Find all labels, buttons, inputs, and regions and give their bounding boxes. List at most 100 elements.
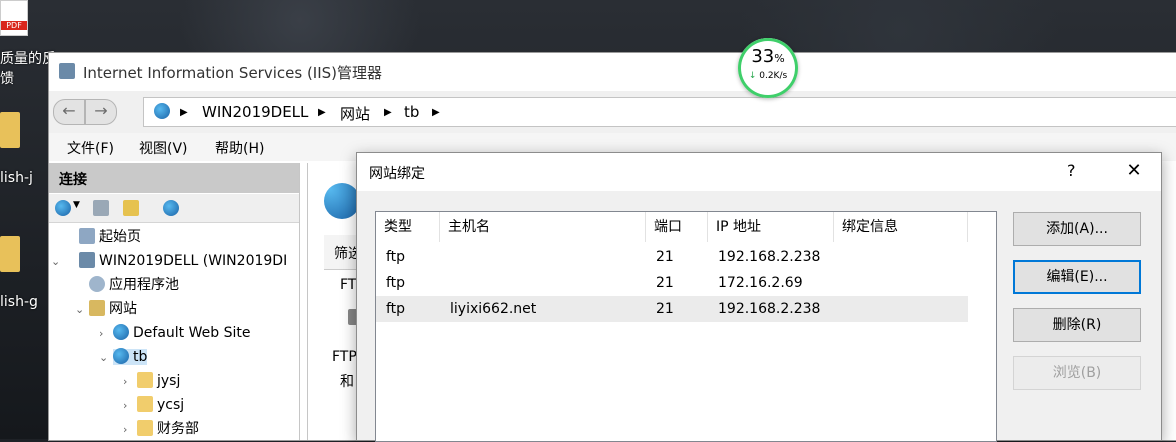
cell-type: ftp [386, 249, 406, 265]
tree-node-label: 财务部 [157, 421, 199, 437]
globe-icon [113, 348, 129, 364]
chevron-right-icon[interactable]: › [99, 322, 113, 346]
folder-icon [137, 396, 153, 412]
tree-node-default-web-site[interactable]: › Default Web Site [49, 321, 299, 345]
dialog-title: 网站绑定 [369, 166, 425, 182]
tree-node-label: WIN2019DELL (WIN2019DI [99, 253, 288, 269]
menu-file[interactable]: 文件(F) [67, 138, 114, 158]
tree-node-ycsj[interactable]: › ycsj [49, 393, 299, 417]
network-speed-widget[interactable]: 33% ↓ 0.2K/s [738, 38, 798, 98]
column-header-binding-info[interactable]: 绑定信息 [834, 212, 968, 242]
tree-node-label: 应用程序池 [109, 277, 179, 293]
cell-ip: 192.168.2.238 [718, 301, 821, 317]
menu-view[interactable]: 视图(V) [139, 138, 188, 158]
breadcrumb-item-sites[interactable]: 网站 [340, 103, 370, 124]
desktop-item-label: 馈 [0, 71, 14, 87]
table-row[interactable]: ftp 21 172.16.2.69 [376, 270, 968, 296]
chevron-down-icon[interactable]: ⌄ [99, 346, 113, 370]
iis-app-icon [59, 63, 75, 79]
folder-icon [137, 420, 153, 436]
title-bar: Internet Information Services (IIS)管理器 [49, 53, 1176, 91]
edit-button[interactable]: 编辑(E)... [1013, 260, 1141, 294]
folder-icon[interactable] [0, 112, 20, 148]
cell-port: 21 [656, 275, 674, 291]
browse-button[interactable]: 浏览(B) [1013, 356, 1141, 390]
address-bar: ← → ▶ WIN2019DELL ▶ 网站 ▶ tb ▶ [49, 91, 1176, 134]
table-row[interactable]: ftp liyixi662.net 21 192.168.2.238 [376, 296, 968, 322]
app-pool-icon [89, 276, 105, 292]
speed-rate: 0.2K/s [759, 71, 788, 81]
download-arrow-icon: ↓ [748, 71, 757, 81]
feature-label: 和 [340, 374, 354, 390]
remove-button[interactable]: 删除(R) [1013, 308, 1141, 342]
cell-info [834, 296, 968, 322]
column-header-hostname[interactable]: 主机名 [440, 212, 646, 242]
cell-ip: 172.16.2.69 [718, 275, 803, 291]
connections-pane: 连接 ▼ 起始页 ⌄ WIN2019DELL (WIN2019DI 应用程序池 ⌄… [49, 163, 300, 440]
cell-port: 21 [656, 249, 674, 265]
tree-node-finance[interactable]: › 财务部 [49, 417, 299, 441]
disconnect-icon[interactable] [163, 200, 179, 216]
tree-node-jysj[interactable]: › jysj [49, 369, 299, 393]
chevron-right-icon[interactable]: › [123, 394, 137, 418]
tree-node-label: Default Web Site [133, 325, 251, 341]
chevron-down-icon[interactable]: ⌄ [75, 298, 89, 322]
chevron-right-icon[interactable]: › [123, 370, 137, 394]
save-icon[interactable] [93, 200, 109, 216]
site-globe-icon [324, 183, 360, 219]
connections-header: 连接 [49, 163, 299, 193]
tree-node-server[interactable]: ⌄ WIN2019DELL (WIN2019DI [49, 249, 299, 273]
pdf-file-icon[interactable]: PDF [0, 0, 28, 36]
table-row[interactable]: ftp 21 192.168.2.238 [376, 244, 968, 270]
tree-node-start-page[interactable]: 起始页 [49, 225, 299, 249]
tree-node-label: tb [133, 349, 148, 365]
tree-node-label: ycsj [157, 397, 185, 413]
column-header-ip[interactable]: IP 地址 [708, 212, 834, 242]
speed-percent: 33 [751, 46, 775, 67]
close-button[interactable]: ✕ [1119, 157, 1149, 185]
add-button[interactable]: 添加(A)... [1013, 212, 1141, 246]
breadcrumb-item-server[interactable]: WIN2019DELL [202, 103, 308, 121]
tree-node-label: 网站 [109, 301, 137, 317]
folder-icon [137, 372, 153, 388]
menu-help[interactable]: 帮助(H) [215, 138, 264, 158]
dialog-title-bar: 网站绑定 ? ✕ [357, 153, 1161, 191]
site-bindings-dialog: 网站绑定 ? ✕ 类型 主机名 端口 IP 地址 绑定信息 ftp 21 192… [356, 152, 1162, 442]
globe-icon [154, 103, 170, 119]
bindings-list[interactable]: 类型 主机名 端口 IP 地址 绑定信息 ftp 21 192.168.2.23… [375, 211, 997, 442]
feature-label: FTP [332, 349, 357, 365]
tree-node-sites[interactable]: ⌄ 网站 [49, 297, 299, 321]
chevron-right-icon[interactable]: › [123, 418, 137, 442]
desktop-item-label: lish-j [0, 170, 33, 186]
cell-info [834, 244, 968, 270]
cell-ip: 192.168.2.238 [718, 249, 821, 265]
ftp-group-label: FT [340, 277, 357, 293]
dropdown-arrow-icon[interactable]: ▼ [73, 200, 80, 210]
help-button[interactable]: ? [1067, 161, 1076, 180]
back-button[interactable]: ← [53, 99, 85, 125]
folder-icon[interactable] [0, 236, 20, 272]
tree-node-label: jysj [157, 373, 181, 389]
connect-globe-icon[interactable] [55, 200, 71, 216]
column-header-type[interactable]: 类型 [376, 212, 440, 242]
tree-node-tb[interactable]: ⌄ tb [49, 345, 299, 369]
chevron-down-icon[interactable]: ⌄ [51, 250, 65, 274]
window-title: Internet Information Services (IIS)管理器 [83, 64, 383, 82]
breadcrumb-item-tb[interactable]: tb [404, 103, 419, 121]
desktop-item-label: lish-g [0, 294, 38, 310]
globe-icon [113, 324, 129, 340]
speed-percent-unit: % [774, 52, 785, 65]
cell-host [440, 270, 646, 296]
tree-node-app-pools[interactable]: 应用程序池 [49, 273, 299, 297]
breadcrumb[interactable]: ▶ WIN2019DELL ▶ 网站 ▶ tb ▶ [143, 97, 1176, 127]
forward-button[interactable]: → [85, 99, 117, 125]
up-folder-icon[interactable] [123, 200, 139, 216]
column-header-port[interactable]: 端口 [646, 212, 708, 242]
cell-host [440, 244, 646, 270]
cell-port: 21 [656, 301, 674, 317]
server-icon [79, 252, 95, 268]
pdf-icon-label: PDF [1, 21, 27, 30]
tree-node-label: 起始页 [99, 229, 141, 245]
breadcrumb-separator-icon: ▶ [318, 107, 326, 118]
cell-info [834, 270, 968, 296]
